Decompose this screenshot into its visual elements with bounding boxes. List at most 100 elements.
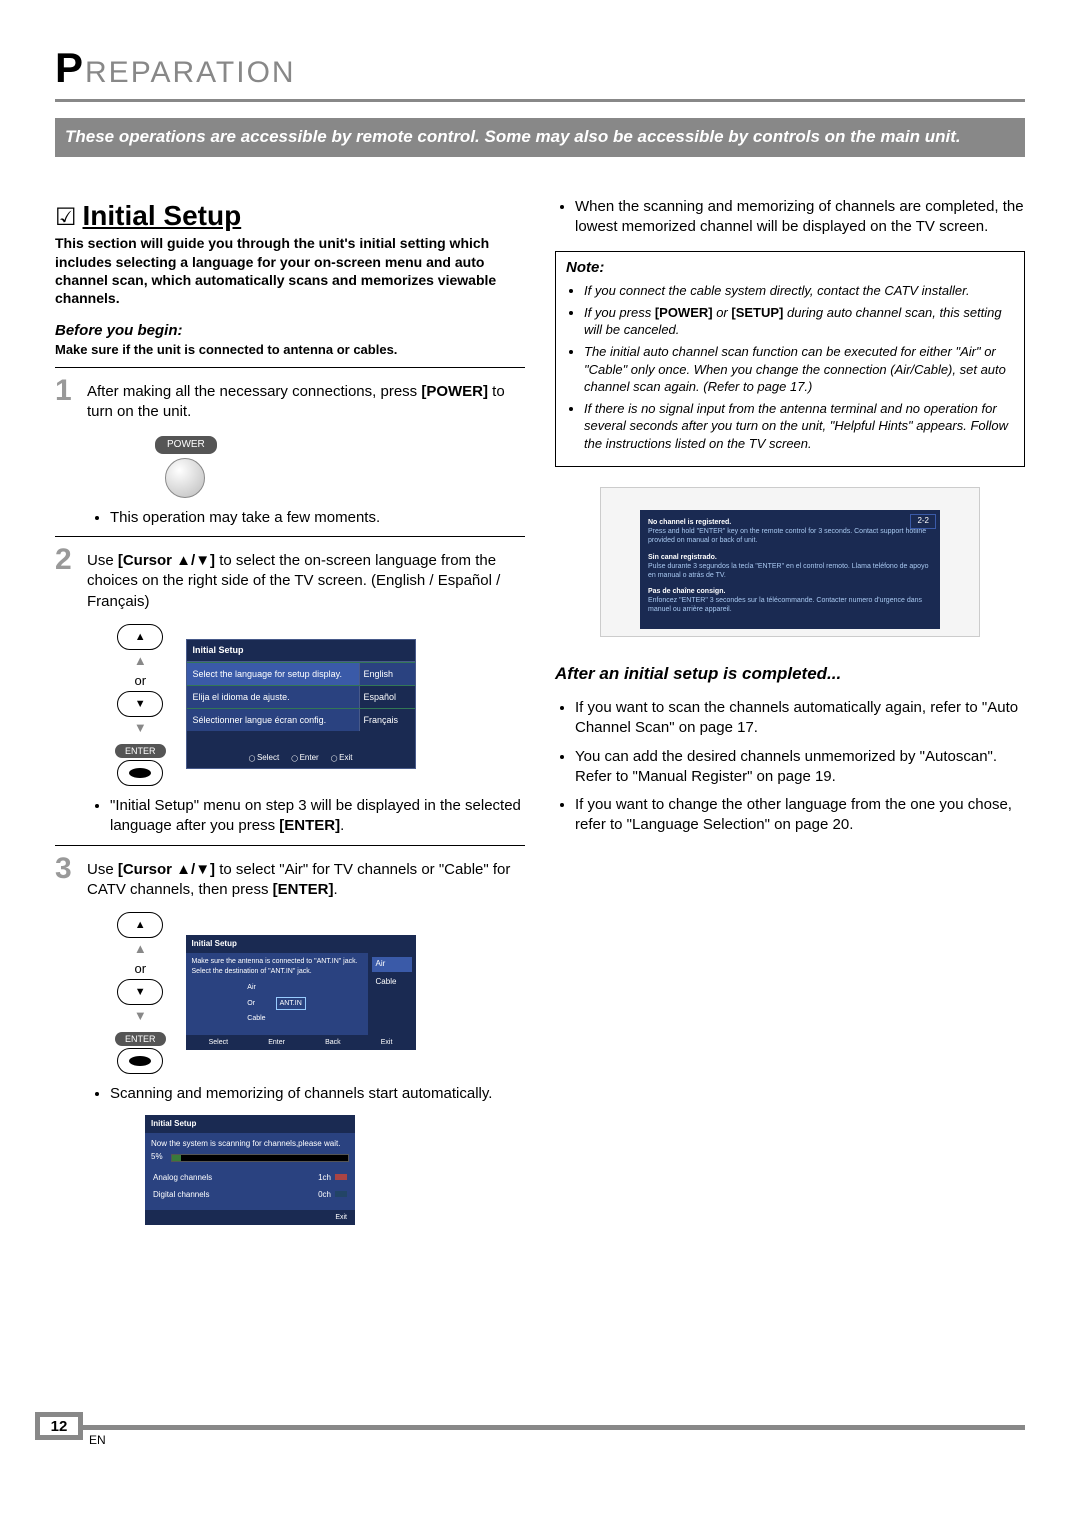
osd-foot-enter: Enter (268, 1038, 285, 1047)
osd-msg2: Select the destination of "ANT.IN" jack. (192, 967, 362, 976)
osd-row-francais: Sélectionner langue écran config. França… (187, 708, 415, 731)
progress-fill (172, 1155, 181, 1161)
osd-foot-exit: Exit (331, 753, 353, 764)
osd-row-value: English (360, 663, 415, 685)
arrow-up-icon: ▲ (115, 652, 166, 670)
page-header-title: REPARATION (85, 56, 296, 89)
step-2-text-a: Use (87, 552, 118, 569)
section-title: Initial Setup (83, 200, 242, 231)
step-2-notes: "Initial Setup" menu on step 3 will be d… (110, 796, 525, 837)
note-item: If you press [POWER] or [SETUP] during a… (584, 304, 1014, 339)
hint-line-es: Sin canal registrado.Pulse durante 3 seg… (648, 553, 932, 580)
step-3: 3 Use [Cursor ▲/▼] to select "Air" for T… (55, 854, 525, 901)
step-1-text-a: After making all the necessary connectio… (87, 383, 421, 400)
step-1: 1 After making all the necessary connect… (55, 376, 525, 423)
channel-indicator: 2-2 (910, 514, 936, 529)
osd-row-label: Sélectionner langue écran config. (187, 709, 360, 731)
step-2-note: "Initial Setup" menu on step 3 will be d… (110, 796, 525, 837)
enter-label: ENTER (115, 1032, 166, 1046)
osd-body: Now the system is scanning for channels,… (145, 1133, 355, 1209)
note-item: If you connect the cable system directly… (584, 282, 1014, 300)
or-label: or (115, 960, 166, 978)
diag-antin-label: ANT.IN (276, 997, 306, 1010)
osd-row-label: Select the language for setup display. (187, 663, 360, 685)
step-1-note: This operation may take a few moments. (110, 508, 525, 528)
section-intro: This section will guide you through the … (55, 234, 525, 307)
digital-row: Digital channels 0ch (151, 1187, 349, 1204)
step-3-notes: Scanning and memorizing of channels star… (110, 1084, 525, 1104)
osd-title: Initial Setup (145, 1115, 355, 1134)
diag-air-label: Air (247, 983, 265, 992)
step-3-note: Scanning and memorizing of channels star… (110, 1084, 525, 1104)
or-label: or (115, 672, 166, 690)
osd-foot-exit: Exit (381, 1038, 393, 1047)
note-list: If you connect the cable system directly… (584, 282, 1014, 452)
diag-cable-label: Cable (247, 1014, 265, 1023)
content-columns: ☑Initial Setup This section will guide y… (55, 197, 1025, 1226)
osd-row-espanol: Elija el idioma de ajuste. Español (187, 685, 415, 708)
note-box: Note: If you connect the cable system di… (555, 251, 1025, 467)
analog-value: 1ch (318, 1173, 331, 1182)
note-item: If there is no signal input from the ant… (584, 400, 1014, 453)
step-3-text-c: . (333, 881, 337, 898)
hint-title: Pas de chaîne consign. (648, 588, 725, 595)
arrow-down-icon: ▼ (115, 1007, 166, 1025)
after-bullet: If you want to change the other language… (575, 795, 1025, 836)
arrow-up-icon: ▲ (115, 940, 166, 958)
step-1-number: 1 (55, 376, 77, 423)
antenna-diagram-icon: Air Or Cable ANT.IN (192, 976, 362, 1031)
step-2-illustration: ▲ or ▼ ENTER Initial Setup Select the la… (115, 622, 525, 786)
hint-line-fr: Pas de chaîne consign. Enfoncez "ENTER" 3… (648, 587, 932, 614)
power-label: POWER (155, 436, 217, 454)
step-2-number: 2 (55, 545, 77, 612)
step-3-text-a: Use (87, 861, 118, 878)
hint-osd: 2-2 No channel is registered.Press and h… (640, 510, 940, 629)
enter-label: ENTER (115, 744, 166, 758)
enter-keyword: [ENTER] (279, 817, 340, 834)
progress-bar (171, 1154, 349, 1162)
before-you-begin-label: Before you begin: (55, 321, 525, 341)
osd-footer: Exit (145, 1210, 355, 1225)
hint-sub: Pulse durante 3 segundos la tecla "ENTER… (648, 563, 928, 579)
osd-footer: Select Enter Back Exit (186, 1035, 416, 1050)
after-setup-list: If you want to scan the channels automat… (575, 698, 1025, 836)
info-banner: These operations are accessible by remot… (55, 118, 1025, 157)
scan-msg: Now the system is scanning for channels,… (151, 1139, 349, 1150)
osd-scanning-menu: Initial Setup Now the system is scanning… (145, 1115, 355, 1226)
osd-side: Air Cable (368, 953, 416, 1034)
step-3-illustration: ▲ or ▼ ENTER Initial Setup Make sure the… (115, 910, 525, 1074)
page-header-prefix: P (55, 44, 85, 91)
osd-title: Initial Setup (187, 640, 415, 661)
cursor-buttons: ▲ or ▼ ENTER (115, 910, 166, 1074)
step-3-body: Use [Cursor ▲/▼] to select "Air" for TV … (87, 854, 525, 901)
indicator-icon (335, 1191, 347, 1197)
osd-row-value: Español (360, 686, 415, 708)
osd-main: Make sure the antenna is connected to "A… (186, 953, 368, 1034)
scan-percent: 5% (151, 1152, 163, 1163)
cursor-buttons: ▲ or ▼ ENTER (115, 622, 166, 786)
power-button-illustration: POWER (155, 432, 215, 498)
after-bullet: If you want to scan the channels automat… (575, 698, 1025, 739)
hint-sub: Enfoncez "ENTER" 3 secondes sur la téléc… (648, 597, 922, 613)
page-footer: 12 EN (55, 1425, 1025, 1465)
osd-foot-select: Select (209, 1038, 228, 1047)
note-heading: Note: (566, 258, 1014, 278)
option-cable: Cable (372, 975, 412, 990)
diag-or-label: Or (247, 999, 265, 1008)
helpful-hints-screen: 2-2 No channel is registered.Press and h… (600, 487, 980, 637)
analog-label: Analog channels (153, 1173, 212, 1184)
page-header: PREPARATION (55, 40, 1025, 102)
before-you-begin-text: Make sure if the unit is connected to an… (55, 341, 525, 359)
osd-antenna-menu: Initial Setup Make sure the antenna is c… (186, 935, 416, 1050)
digital-value: 0ch (318, 1190, 331, 1199)
power-keyword: [POWER] (421, 383, 488, 400)
step-1-notes: This operation may take a few moments. (110, 508, 525, 528)
section-heading-row: ☑Initial Setup (55, 197, 525, 235)
divider (55, 536, 525, 537)
osd-row-value: Français (360, 709, 415, 731)
step-1-body: After making all the necessary connectio… (87, 376, 525, 423)
cursor-up-icon (117, 624, 163, 650)
enter-button-icon (117, 760, 163, 786)
hint-line-en: No channel is registered.Press and hold … (648, 518, 932, 545)
osd-title: Initial Setup (186, 935, 416, 954)
